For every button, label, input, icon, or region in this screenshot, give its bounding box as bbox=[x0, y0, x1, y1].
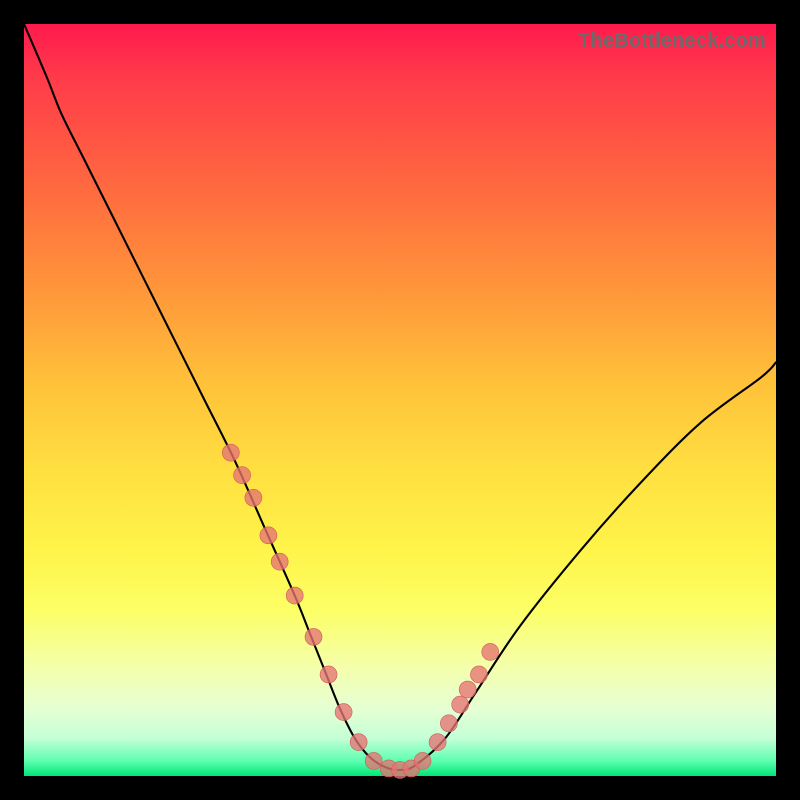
marker-dot bbox=[245, 489, 262, 506]
marker-dot bbox=[305, 628, 322, 645]
marker-dot bbox=[365, 752, 382, 769]
chart-plot-area: TheBottleneck.com bbox=[24, 24, 776, 776]
marker-dot bbox=[470, 666, 487, 683]
marker-dot bbox=[260, 527, 277, 544]
marker-dot bbox=[482, 643, 499, 660]
marker-dot bbox=[350, 734, 367, 751]
marker-dot bbox=[286, 587, 303, 604]
marker-dot bbox=[429, 734, 446, 751]
marker-dot bbox=[271, 553, 288, 570]
bottleneck-curve bbox=[24, 24, 776, 770]
marker-group bbox=[222, 444, 498, 778]
marker-dot bbox=[335, 704, 352, 721]
marker-dot bbox=[222, 444, 239, 461]
marker-dot bbox=[452, 696, 469, 713]
marker-dot bbox=[414, 752, 431, 769]
marker-dot bbox=[320, 666, 337, 683]
marker-dot bbox=[440, 715, 457, 732]
marker-dot bbox=[459, 681, 476, 698]
chart-svg bbox=[24, 24, 776, 776]
marker-dot bbox=[234, 467, 251, 484]
